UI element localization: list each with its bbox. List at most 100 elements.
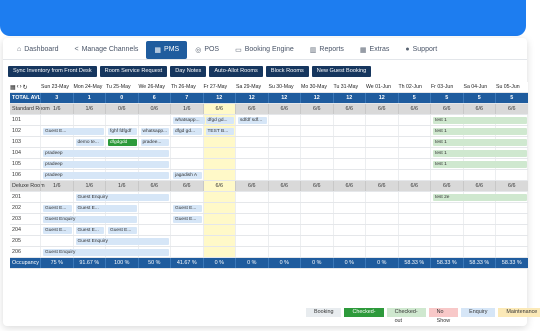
- room-day-cell[interactable]: [170, 236, 203, 246]
- room-day-cell[interactable]: [40, 115, 73, 125]
- room-day-cell[interactable]: [430, 170, 463, 180]
- room-day-cell[interactable]: [300, 225, 333, 235]
- booking-bar[interactable]: Guest Enquiry: [75, 238, 169, 245]
- day-notesbutton[interactable]: Day Notes: [170, 66, 207, 77]
- booking-bar[interactable]: sdfdf sdf...: [238, 117, 267, 124]
- room-day-cell[interactable]: [300, 203, 333, 213]
- room-day-cell[interactable]: [300, 115, 333, 125]
- booking-bar[interactable]: Guest E...: [75, 227, 104, 234]
- new-guest-bookingbutton[interactable]: New Guest Booking: [311, 66, 372, 77]
- room-day-cell[interactable]: [72, 115, 106, 125]
- booking-bar[interactable]: dfgd gd...: [205, 117, 234, 124]
- room-day-cell[interactable]: [397, 247, 431, 257]
- room-day-cell[interactable]: [332, 214, 366, 224]
- room-day-cell[interactable]: [365, 126, 398, 136]
- booking-bar[interactable]: whatsapp...: [140, 128, 169, 135]
- booking-bar[interactable]: pradee...: [140, 139, 169, 146]
- booking-bar[interactable]: Guest Enquiry: [75, 194, 169, 201]
- room-day-cell[interactable]: [137, 115, 171, 125]
- room-day-cell[interactable]: [332, 203, 366, 213]
- booking-bar[interactable]: Guest E...: [43, 205, 72, 212]
- room-day-cell[interactable]: [332, 159, 366, 169]
- room-day-cell[interactable]: [332, 137, 366, 147]
- room-day-cell[interactable]: [202, 247, 235, 257]
- room-day-cell[interactable]: [202, 148, 235, 158]
- room-day-cell[interactable]: [397, 115, 431, 125]
- room-day-cell[interactable]: [170, 192, 203, 202]
- room-day-cell[interactable]: [495, 203, 528, 213]
- room-day-cell[interactable]: [300, 236, 333, 246]
- room-day-cell[interactable]: [462, 247, 496, 257]
- room-day-cell[interactable]: [365, 192, 398, 202]
- room-day-cell[interactable]: [235, 192, 268, 202]
- room-day-cell[interactable]: [462, 203, 496, 213]
- booking-bar[interactable]: Guest E...: [43, 128, 104, 135]
- booking-bar[interactable]: test 2e: [433, 194, 527, 201]
- room-day-cell[interactable]: [300, 137, 333, 147]
- room-day-cell[interactable]: [430, 203, 463, 213]
- room-service-requestbutton[interactable]: Room Service Request: [99, 66, 168, 77]
- room-day-cell[interactable]: [365, 236, 398, 246]
- room-day-cell[interactable]: [365, 214, 398, 224]
- nav-item-dashboard[interactable]: ⌂ Dashboard: [9, 41, 66, 59]
- room-day-cell[interactable]: [235, 214, 268, 224]
- nav-item-pms[interactable]: ▦ PMS: [146, 40, 188, 59]
- room-day-cell[interactable]: [137, 203, 171, 213]
- room-day-cell[interactable]: [267, 159, 301, 169]
- nav-item-support[interactable]: ● Support: [397, 41, 445, 59]
- refresh-icon[interactable]: ↻: [23, 84, 28, 91]
- prev-icon[interactable]: ‹: [17, 84, 19, 90]
- booking-bar[interactable]: Guest E...: [43, 227, 72, 234]
- booking-bar[interactable]: pradeep: [43, 172, 169, 179]
- booking-bar[interactable]: test 1: [433, 128, 527, 135]
- booking-bar[interactable]: test 1: [433, 150, 527, 157]
- room-day-cell[interactable]: [495, 247, 528, 257]
- room-day-cell[interactable]: [397, 203, 431, 213]
- room-day-cell[interactable]: [235, 159, 268, 169]
- room-day-cell[interactable]: [235, 137, 268, 147]
- room-day-cell[interactable]: [170, 225, 203, 235]
- booking-bar[interactable]: TEST B...: [205, 128, 234, 135]
- room-day-cell[interactable]: [300, 148, 333, 158]
- room-day-cell[interactable]: [40, 192, 73, 202]
- room-day-cell[interactable]: [397, 170, 431, 180]
- room-day-cell[interactable]: [267, 137, 301, 147]
- room-day-cell[interactable]: [170, 148, 203, 158]
- room-day-cell[interactable]: [202, 170, 235, 180]
- room-day-cell[interactable]: [397, 126, 431, 136]
- room-day-cell[interactable]: [397, 148, 431, 158]
- room-day-cell[interactable]: [430, 236, 463, 246]
- room-day-cell[interactable]: [332, 148, 366, 158]
- room-day-cell[interactable]: [462, 170, 496, 180]
- nav-item-pos[interactable]: ◎ POS: [187, 41, 227, 59]
- room-day-cell[interactable]: [202, 236, 235, 246]
- booking-bar[interactable]: Guest Enquiry: [43, 216, 137, 223]
- room-day-cell[interactable]: [202, 159, 235, 169]
- room-day-cell[interactable]: [137, 225, 171, 235]
- room-day-cell[interactable]: [495, 214, 528, 224]
- room-day-cell[interactable]: [365, 170, 398, 180]
- room-day-cell[interactable]: [267, 170, 301, 180]
- booking-bar[interactable]: dfgdgdd: [108, 139, 137, 146]
- room-day-cell[interactable]: [300, 247, 333, 257]
- room-day-cell[interactable]: [235, 247, 268, 257]
- room-day-cell[interactable]: [202, 214, 235, 224]
- next-icon[interactable]: ›: [20, 84, 22, 90]
- room-day-cell[interactable]: [462, 225, 496, 235]
- booking-bar[interactable]: whatsapp...: [173, 117, 205, 124]
- room-day-cell[interactable]: [235, 126, 268, 136]
- booking-bar[interactable]: jagadish A: [173, 172, 202, 179]
- room-day-cell[interactable]: [267, 236, 301, 246]
- room-day-cell[interactable]: [332, 247, 366, 257]
- room-day-cell[interactable]: [365, 137, 398, 147]
- room-day-cell[interactable]: [332, 192, 366, 202]
- booking-bar[interactable]: Guest E...: [173, 205, 202, 212]
- room-day-cell[interactable]: [40, 137, 73, 147]
- room-day-cell[interactable]: [430, 225, 463, 235]
- room-day-cell[interactable]: [170, 159, 203, 169]
- booking-bar[interactable]: dfgd gd...: [173, 128, 202, 135]
- room-day-cell[interactable]: [332, 126, 366, 136]
- booking-bar[interactable]: pradeep: [43, 150, 169, 157]
- booking-bar[interactable]: Guest Enquiry: [43, 249, 169, 256]
- booking-bar[interactable]: fghf fdfgdf: [108, 128, 137, 135]
